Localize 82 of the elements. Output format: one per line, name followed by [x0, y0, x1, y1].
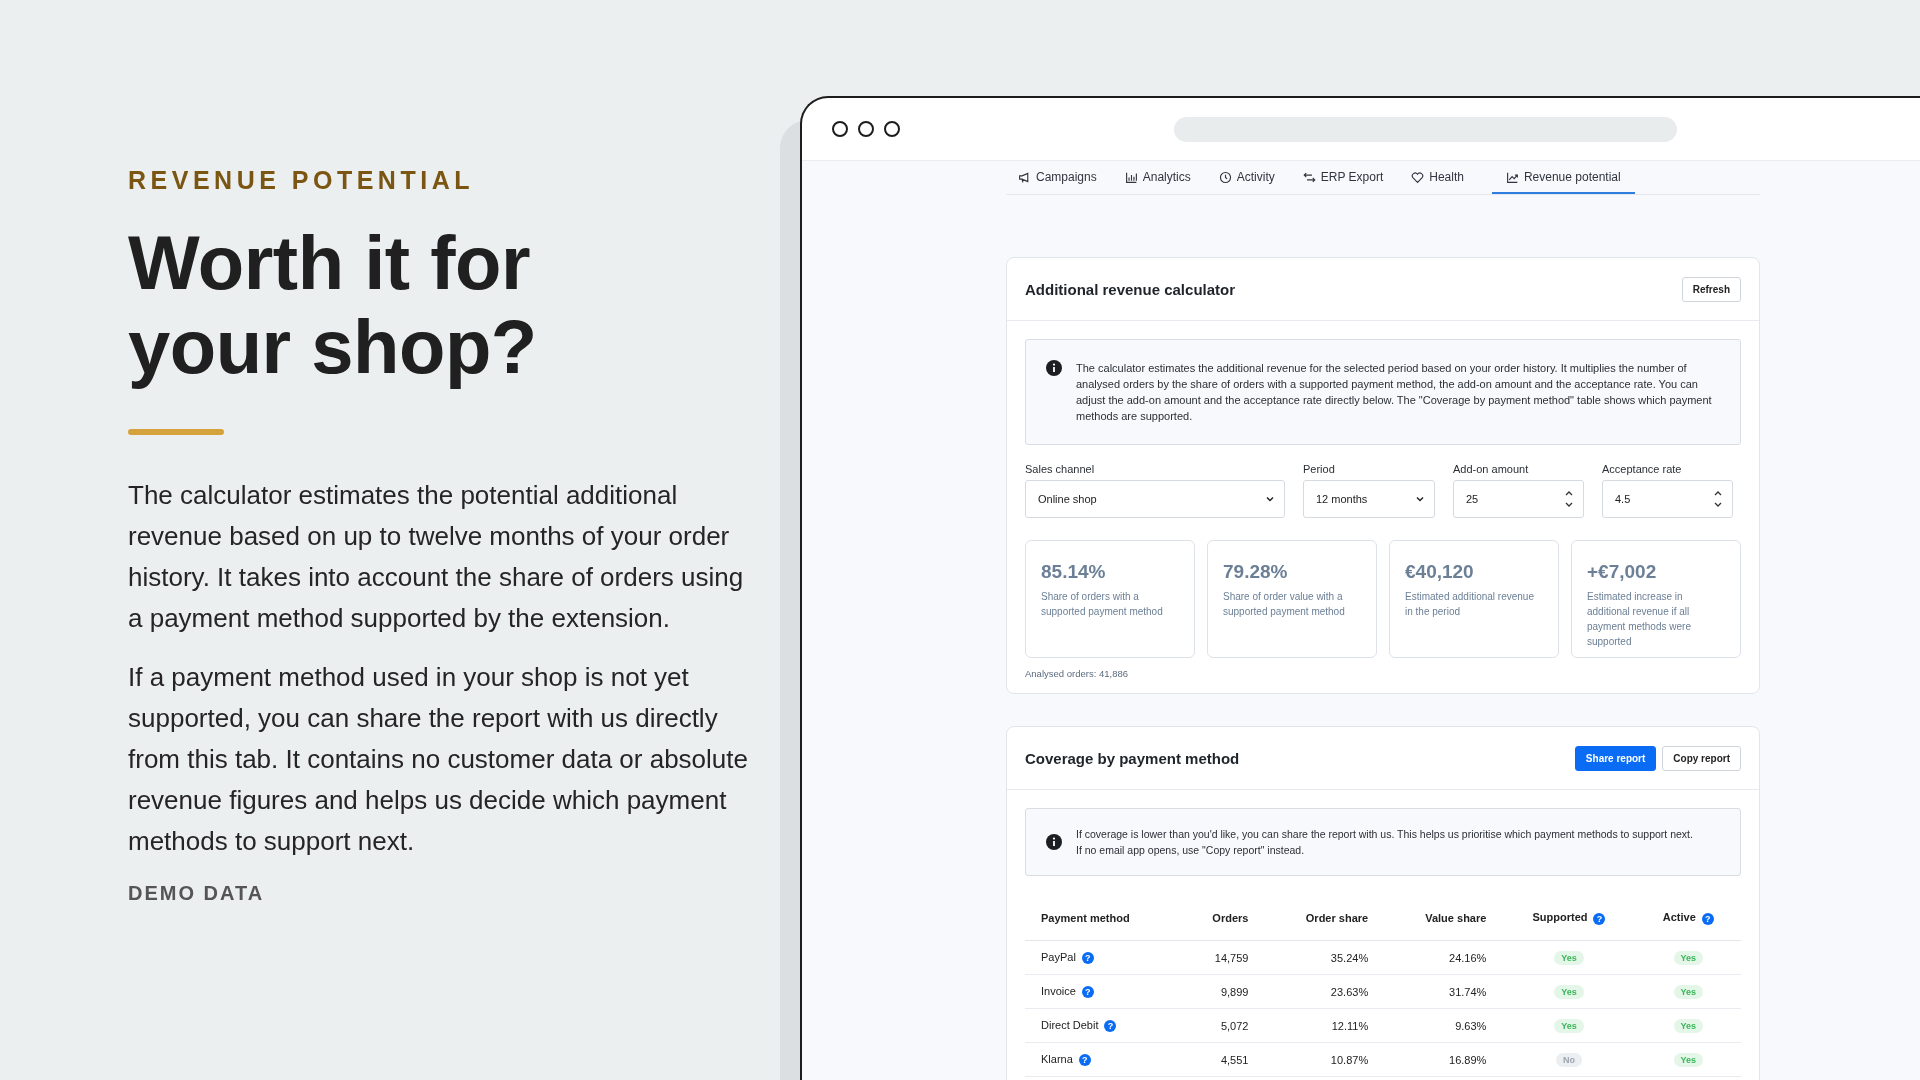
stat-value: +€7,002	[1587, 561, 1658, 583]
field-label: Period	[1303, 463, 1336, 475]
table-cell: 35.24%	[1330, 951, 1369, 964]
copy-button[interactable]: Copy report	[1662, 745, 1741, 771]
description-paragraph: If a payment method used in your shop is not yet supported, you can share the report with us directly from this tab. It contains no customer data or absolute revenue figures and helps us decide which payment methods to support next.	[128, 661, 749, 858]
stat-label: Share of order value with a supported payment method	[1223, 590, 1346, 619]
page-heading: Worth it for your shop?	[128, 221, 538, 389]
eyebrow-label: REVENUE POTENTIAL	[128, 166, 475, 195]
column-header: Order share	[1305, 912, 1369, 924]
table-cell: 16.89%	[1449, 1053, 1487, 1066]
help-icon[interactable]: ?	[1593, 912, 1606, 925]
window-dot-icon	[884, 121, 900, 137]
tab[interactable]: Campaigns	[1018, 161, 1111, 194]
tab[interactable]: Health	[1411, 161, 1478, 194]
dropdown-field[interactable]: Online shop	[1025, 480, 1285, 518]
column-header: Orders	[1212, 912, 1249, 924]
window-dot-icon	[858, 121, 874, 137]
clock-icon	[1218, 170, 1232, 184]
help-icon[interactable]: ?	[1104, 1020, 1117, 1033]
column-header: Active	[1662, 911, 1696, 924]
status-badge: No	[1556, 1052, 1582, 1067]
status-badge: Yes	[1554, 1018, 1584, 1033]
field-label: Acceptance rate	[1602, 463, 1683, 475]
table-cell: 23.63%	[1330, 985, 1369, 998]
description-paragraph: The calculator estimates the potential additional revenue based on up to twelve months of your order history. It takes into account the share of orders using a payment method supported by the extension.	[128, 479, 745, 635]
arrows-icon	[1302, 170, 1316, 184]
column-header: Value share	[1425, 912, 1487, 924]
number-field[interactable]: 4.5	[1602, 480, 1733, 518]
stat-value: 85.14%	[1041, 561, 1107, 583]
status-badge: Yes	[1673, 984, 1704, 999]
dropdown-field[interactable]: 12 months	[1303, 480, 1435, 518]
card-title: Additional revenue calculator	[1025, 280, 1236, 298]
table-cell: 9,899	[1220, 985, 1249, 998]
tab[interactable]: Analytics	[1124, 161, 1205, 194]
table-cell: Invoice	[1041, 984, 1076, 997]
table-cell: PayPal	[1041, 950, 1076, 963]
analysed-orders: Analysed orders: 41,886	[1025, 668, 1129, 679]
trend-icon	[1505, 170, 1519, 184]
stat-label: Estimated increase in additional revenue if all payment methods were supported	[1587, 590, 1692, 649]
info-text: If coverage is lower than you'd like, you can share the report with us. This helps us prioritise which payment methods to support next. If no email app opens, use "Copy report" instead.	[1076, 827, 1693, 858]
table-cell: Klarna	[1041, 1052, 1073, 1065]
table-cell: 24.16%	[1449, 951, 1487, 964]
demo-label: DEMO DATA	[128, 882, 266, 905]
help-icon[interactable]: ?	[1081, 986, 1094, 999]
refresh-button[interactable]: Refresh	[1681, 276, 1741, 302]
bars-icon	[1124, 170, 1138, 184]
status-badge: Yes	[1673, 1052, 1704, 1067]
field-label: Add-on amount	[1453, 463, 1530, 475]
help-icon[interactable]: ?	[1081, 952, 1094, 965]
stat-label: Share of orders with a supported payment method	[1041, 590, 1164, 619]
status-badge: Yes	[1673, 1018, 1704, 1033]
info-icon	[1046, 834, 1062, 850]
table-cell: 31.74%	[1449, 985, 1487, 998]
stat-value: €40,120	[1405, 561, 1475, 583]
table-cell: 5,072	[1220, 1019, 1249, 1032]
help-icon[interactable]: ?	[1701, 912, 1714, 925]
tab[interactable]: Revenue potential	[1491, 161, 1635, 194]
tab[interactable]: Activity	[1218, 161, 1289, 194]
heart-icon	[1411, 170, 1425, 184]
status-badge: Yes	[1554, 950, 1584, 965]
table-cell: 12.11%	[1331, 1019, 1369, 1032]
info-text: The calculator estimates the additional revenue for the selected period based on your order history. It multiplies the number of analysed orders by the share of orders with a supported payment method, the add-on amount and the acceptance rate. You can adjust the add-on amount and the acceptance rate directly below. The "Coverage by payment method" table shows which payment methods are supported.	[1076, 361, 1713, 424]
share-button[interactable]: Share report	[1574, 745, 1657, 771]
tab[interactable]: ERP Export	[1302, 161, 1398, 194]
stat-label: Estimated additional revenue in the period	[1405, 590, 1535, 619]
table-cell: 14,759	[1214, 951, 1249, 964]
number-field[interactable]: 25	[1453, 480, 1584, 518]
column-header: Supported	[1532, 911, 1588, 924]
table-cell: 4,551	[1220, 1053, 1249, 1066]
window-dot-icon	[832, 121, 848, 137]
status-badge: Yes	[1673, 950, 1704, 965]
card-title: Coverage by payment method	[1025, 749, 1240, 767]
stat-value: 79.28%	[1223, 561, 1289, 583]
table-cell: 9.63%	[1455, 1019, 1487, 1032]
help-icon[interactable]: ?	[1078, 1054, 1091, 1067]
column-header: Payment method	[1041, 912, 1130, 924]
table-cell: Direct Debit	[1041, 1018, 1099, 1031]
info-icon	[1046, 360, 1062, 376]
megaphone-icon	[1018, 170, 1031, 184]
field-label: Sales channel	[1025, 463, 1096, 475]
table-cell: 10.87%	[1330, 1053, 1369, 1066]
status-badge: Yes	[1554, 984, 1584, 999]
